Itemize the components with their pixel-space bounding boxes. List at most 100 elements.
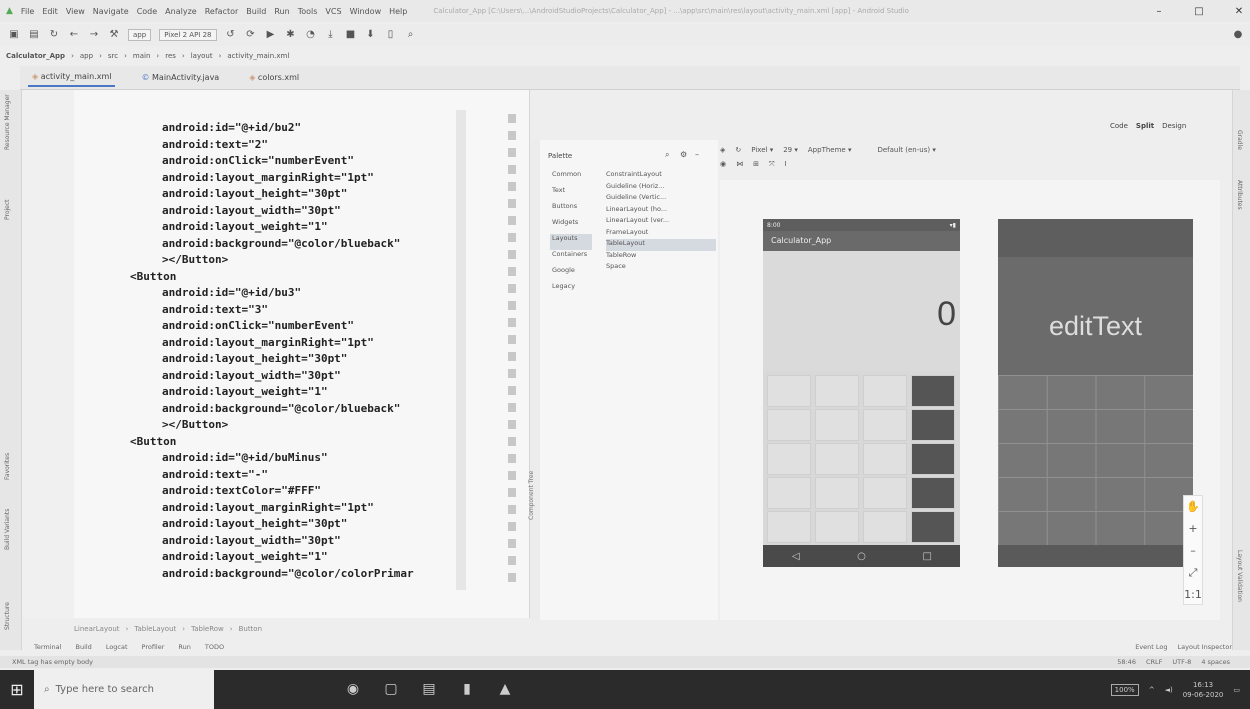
profiler-tab[interactable]: Profiler (142, 643, 165, 651)
palette-category[interactable]: Text (550, 186, 592, 202)
palette-category[interactable]: Buttons (550, 202, 592, 218)
stripe-marker[interactable] (508, 369, 516, 378)
zoom-fit-icon[interactable]: ⤢ (1184, 562, 1202, 584)
gradle-tab[interactable]: Gradle (1236, 130, 1243, 150)
mode-design-button[interactable]: Design (1162, 122, 1186, 130)
code-line[interactable]: android:layout_width="30pt" (162, 368, 414, 385)
stripe-marker[interactable] (508, 454, 516, 463)
keypad-button[interactable] (911, 375, 955, 407)
design-surface-icon[interactable]: ◈ (720, 146, 725, 154)
code-line[interactable]: android:id="@+id/buMinus" (162, 450, 414, 467)
keypad-button[interactable] (815, 409, 859, 441)
editor-scrollbar[interactable] (456, 110, 466, 590)
stripe-marker[interactable] (508, 216, 516, 225)
attributes-tab[interactable]: Attributes (1236, 180, 1243, 210)
breadcrumb-item[interactable]: Calculator_App (6, 52, 65, 60)
stripe-marker[interactable] (508, 318, 516, 327)
menu-analyze[interactable]: Analyze (165, 7, 197, 16)
path-item[interactable]: LinearLayout (74, 625, 120, 633)
keypad-button[interactable] (815, 443, 859, 475)
keypad-button[interactable] (863, 443, 907, 475)
search-icon[interactable]: ⌕ (665, 150, 669, 160)
apply-changes-icon[interactable]: ⟳ (245, 29, 257, 41)
code-line[interactable]: android:onClick="numberEvent" (162, 318, 414, 335)
stripe-marker[interactable] (508, 131, 516, 140)
code-line[interactable]: android:background="@color/blueback" (162, 236, 414, 253)
minimize-icon[interactable]: – (1148, 6, 1170, 17)
breadcrumb-item[interactable]: main (133, 52, 151, 60)
tab-activity-main[interactable]: ◈ activity_main.xml (28, 68, 116, 87)
menu-file[interactable]: File (21, 7, 34, 16)
code-line[interactable]: android:onClick="numberEvent" (162, 153, 414, 170)
favorites-tab[interactable]: Favorites (4, 453, 11, 480)
stop-icon[interactable]: ■ (345, 29, 357, 41)
line-separator[interactable]: CRLF (1146, 658, 1162, 666)
profile-icon[interactable]: ◔ (305, 29, 317, 41)
code-line[interactable]: android:layout_height="30pt" (162, 186, 414, 203)
clock[interactable]: 16:13 09-06-2020 (1183, 680, 1224, 700)
action-center-icon[interactable]: ▭ (1233, 686, 1240, 694)
code-line[interactable]: android:layout_marginRight="1pt" (162, 170, 414, 187)
keypad-button[interactable] (911, 511, 955, 543)
sdk-manager-icon[interactable]: ⬇ (365, 29, 377, 41)
blueprint-preview[interactable]: editText (998, 219, 1193, 567)
keypad-button[interactable] (863, 477, 907, 509)
code-line[interactable]: android:text="3" (162, 302, 414, 319)
palette-item[interactable]: LinearLayout (ver... (606, 216, 716, 228)
stripe-marker[interactable] (508, 301, 516, 310)
stripe-marker[interactable] (508, 267, 516, 276)
menu-tools[interactable]: Tools (298, 7, 318, 16)
palette-item[interactable]: Guideline (Vertic... (606, 193, 716, 205)
breadcrumb-item[interactable]: layout (191, 52, 213, 60)
save-icon[interactable]: ▤ (28, 29, 40, 41)
palette-category[interactable]: Layouts (550, 234, 592, 250)
code-line[interactable]: <Button (130, 269, 414, 286)
code-line[interactable]: <Button (130, 434, 414, 451)
gear-icon[interactable]: ⚙ (680, 150, 687, 159)
file-encoding[interactable]: UTF-8 (1172, 658, 1191, 666)
code-editor[interactable]: android:id="@+id/bu2" android:text="2" and… (22, 90, 530, 618)
stripe-marker[interactable] (508, 403, 516, 412)
forward-icon[interactable]: → (88, 29, 100, 41)
keypad-button[interactable] (767, 409, 811, 441)
palette-item[interactable]: TableRow (606, 251, 716, 263)
code-line[interactable]: android:layout_height="30pt" (162, 351, 414, 368)
keypad-button[interactable] (815, 511, 859, 543)
build-tab[interactable]: Build (75, 643, 91, 651)
code-line[interactable]: android:layout_height="30pt" (162, 516, 414, 533)
code-line[interactable]: android:layout_weight="1" (162, 219, 414, 236)
code-line[interactable]: android:text="2" (162, 137, 414, 154)
keypad-button[interactable] (767, 443, 811, 475)
code-line[interactable]: android:id="@+id/bu2" (162, 120, 414, 137)
stripe-marker[interactable] (508, 199, 516, 208)
back-icon[interactable]: ← (68, 29, 80, 41)
keypad-button[interactable] (863, 409, 907, 441)
component-tree-strip[interactable] (530, 140, 540, 620)
breadcrumb-item[interactable]: src (108, 52, 118, 60)
volume-icon[interactable]: ◄) (1165, 686, 1173, 694)
palette-item[interactable]: Space (606, 262, 716, 274)
code-line[interactable]: android:background="@color/blueback" (162, 401, 414, 418)
palette-item[interactable]: FrameLayout (606, 228, 716, 240)
menu-build[interactable]: Build (246, 7, 266, 16)
margin-icon[interactable]: ⊞ (753, 160, 759, 168)
tab-main-activity-java[interactable]: © MainActivity.java (137, 69, 223, 86)
run-icon[interactable]: ▶ (265, 29, 277, 41)
menu-window[interactable]: Window (350, 7, 382, 16)
event-log-tab[interactable]: Event Log (1135, 643, 1167, 651)
code-line[interactable]: android:layout_weight="1" (162, 549, 414, 566)
breadcrumb-item[interactable]: activity_main.xml (227, 52, 289, 60)
android-studio-icon[interactable]: ▲ (486, 670, 524, 709)
run-config-select[interactable]: app (128, 29, 152, 41)
keypad-button[interactable] (815, 375, 859, 407)
palette-category[interactable]: Common (550, 170, 592, 186)
run-tab[interactable]: Run (178, 643, 190, 651)
keypad-button[interactable] (911, 477, 955, 509)
calculator-display[interactable]: 0 (763, 251, 960, 371)
palette-category[interactable]: Legacy (550, 282, 592, 298)
path-item[interactable]: TableLayout (134, 625, 176, 633)
stripe-marker[interactable] (508, 437, 516, 446)
component-tree-tab[interactable]: Component Tree (528, 471, 535, 520)
keypad-button[interactable] (767, 375, 811, 407)
keypad-button[interactable] (863, 375, 907, 407)
